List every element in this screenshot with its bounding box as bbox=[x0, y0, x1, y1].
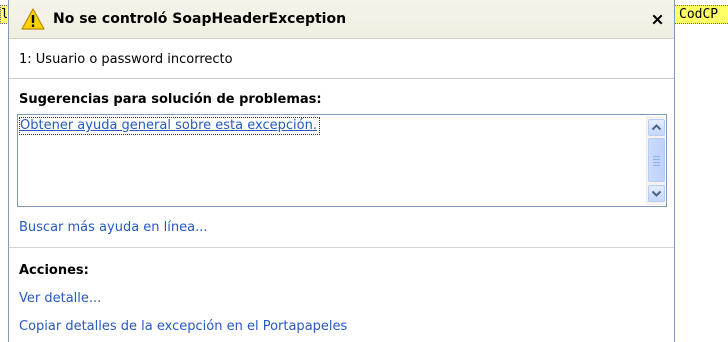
background-code-fragment-left: l bbox=[0, 5, 7, 24]
exception-assistant-window: No se controló SoapHeaderException 1: Us… bbox=[8, 0, 675, 342]
copy-exception-details-link[interactable]: Copiar detalles de la excepción en el Po… bbox=[19, 319, 347, 335]
troubleshooting-heading: Sugerencias para solución de problemas: bbox=[19, 92, 322, 107]
dialog-title: No se controló SoapHeaderException bbox=[53, 11, 347, 27]
tip-link-general-help[interactable]: Obtener ayuda general sobre esta excepci… bbox=[19, 117, 320, 135]
section-divider bbox=[9, 247, 674, 248]
tips-scrollbar[interactable] bbox=[646, 116, 665, 205]
scroll-up-button[interactable] bbox=[648, 119, 665, 136]
scroll-down-button[interactable] bbox=[648, 185, 665, 202]
actions-heading: Acciones: bbox=[19, 263, 89, 278]
close-button[interactable] bbox=[649, 10, 667, 28]
chevron-up-icon bbox=[649, 120, 664, 139]
grip-line bbox=[653, 162, 660, 163]
background-code-right-text: CodCP bbox=[679, 7, 719, 22]
troubleshooting-tips-list: Obtener ayuda general sobre esta excepci… bbox=[17, 114, 667, 207]
chevron-down-icon bbox=[649, 186, 664, 205]
close-icon bbox=[649, 13, 667, 32]
grip-line bbox=[653, 165, 660, 166]
background-code-left-text: l bbox=[1, 7, 7, 22]
warning-icon bbox=[21, 8, 45, 30]
scroll-thumb[interactable] bbox=[648, 138, 665, 182]
title-bar: No se controló SoapHeaderException bbox=[9, 0, 674, 39]
view-detail-link[interactable]: Ver detalle... bbox=[19, 291, 101, 307]
grip-line bbox=[653, 159, 660, 160]
background-code-fragment-right: CodCP bbox=[675, 5, 728, 24]
search-more-help-link[interactable]: Buscar más ayuda en línea... bbox=[19, 220, 208, 236]
exception-message: 1: Usuario o password incorrecto bbox=[19, 52, 233, 67]
exception-message-area: 1: Usuario o password incorrecto bbox=[9, 39, 674, 79]
grip-line bbox=[653, 156, 660, 157]
